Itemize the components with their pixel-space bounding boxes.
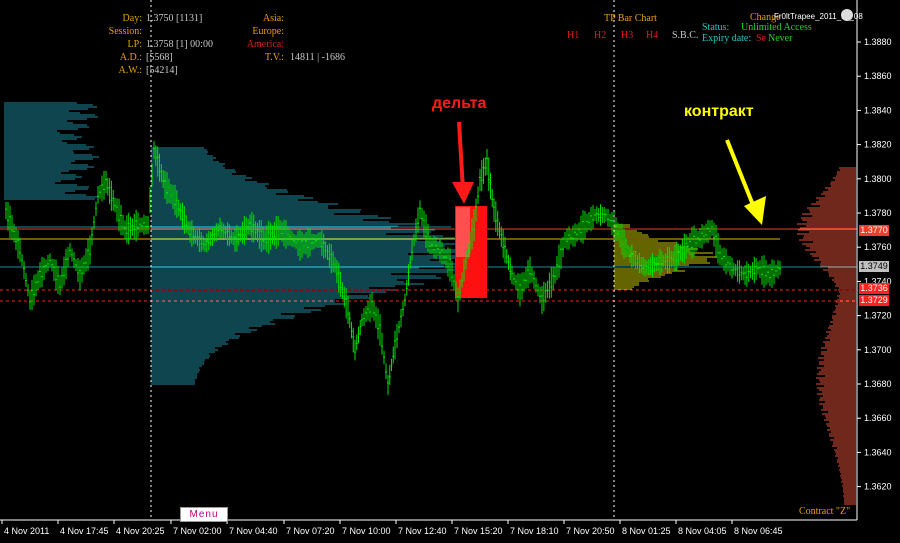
time-tick-label: 4 Nov 17:45 xyxy=(60,526,109,536)
time-tick-label: 8 Nov 01:25 xyxy=(622,526,671,536)
price-tick-label: 1.3800 xyxy=(864,174,892,184)
time-tick-label: 4 Nov 20:25 xyxy=(116,526,165,536)
price-tag: 1.3736 xyxy=(859,282,889,294)
ad-label: A.D.: xyxy=(119,52,142,63)
time-tick-label: 7 Nov 04:40 xyxy=(229,526,278,536)
time-tick-label: 7 Nov 15:20 xyxy=(454,526,503,536)
aw-label: A.W.: xyxy=(118,65,142,76)
sbc-label: S.B.C. xyxy=(672,30,699,41)
delta-annotation: дельта xyxy=(432,95,487,112)
expiry-value: Never xyxy=(768,33,793,44)
time-tick-label: 4 Nov 2011 xyxy=(4,526,49,536)
price-tick-label: 1.3700 xyxy=(864,345,892,355)
tv-value: 14811 | -1686 xyxy=(290,52,345,63)
price-tag: 1.3729 xyxy=(859,294,889,306)
close-icon[interactable] xyxy=(841,9,853,21)
time-tick-label: 7 Nov 20:50 xyxy=(566,526,615,536)
price-tick-label: 1.3840 xyxy=(864,105,892,115)
asia-label: Asia: xyxy=(262,13,284,24)
america-label: America: xyxy=(246,39,284,50)
timeframe-h3[interactable]: H3 xyxy=(621,30,633,42)
price-tick-label: 1.3860 xyxy=(864,71,892,81)
price-tick-label: 1.3640 xyxy=(864,447,892,457)
price-tick-label: 1.3780 xyxy=(864,208,892,218)
contract-annotation: контракт xyxy=(684,103,754,120)
expiry-label: Expiry date: xyxy=(702,33,752,44)
timeframe-h4[interactable]: H4 xyxy=(646,30,658,42)
europe-label: Europe: xyxy=(252,26,284,37)
price-chart[interactable]: 1.3880 1.3860 1.3840 1.3820 1.3800 1.3780 1.37… xyxy=(0,0,900,543)
price-tick-label: 1.3660 xyxy=(864,413,892,423)
aw-value: [54214] xyxy=(146,65,178,76)
lp-value: 1.3758 [1] 00:00 xyxy=(146,39,213,50)
day-value: 1.3750 [1131] xyxy=(146,13,203,24)
price-tick-label: 1.3760 xyxy=(864,242,892,252)
timeframe-h2[interactable]: H2 xyxy=(594,30,606,42)
tp-bar-chart-title: TP Bar Chart xyxy=(604,13,657,24)
session-label: Session: xyxy=(108,26,142,37)
contract-label: Contract "Z" xyxy=(799,506,851,517)
price-tag: 1.3770 xyxy=(859,224,889,236)
ad-value: [5568] xyxy=(146,52,173,63)
time-tick-label: 7 Nov 18:10 xyxy=(510,526,559,536)
time-tick-label: 8 Nov 06:45 xyxy=(734,526,783,536)
day-label: Day: xyxy=(122,13,142,24)
time-tick-label: 7 Nov 12:40 xyxy=(398,526,447,536)
time-tick-label: 7 Nov 07:20 xyxy=(286,526,335,536)
price-tag: 1.3749 xyxy=(859,260,889,272)
lp-label: LP: xyxy=(127,39,142,50)
time-tick-label: 7 Nov 10:00 xyxy=(342,526,391,536)
timeframe-h1[interactable]: H1 xyxy=(567,30,579,42)
time-tick-label: 8 Nov 04:05 xyxy=(678,526,727,536)
tv-label: T.V.: xyxy=(264,52,284,63)
price-tick-label: 1.3620 xyxy=(864,482,892,492)
price-tick-label: 1.3680 xyxy=(864,379,892,389)
price-tick-label: 1.3720 xyxy=(864,311,892,321)
price-tick-label: 1.3820 xyxy=(864,140,892,150)
menu-button[interactable]: Menu xyxy=(180,507,228,522)
price-tick-label: 1.3880 xyxy=(864,37,892,47)
se-fragment: Se xyxy=(756,33,766,44)
time-tick-label: 7 Nov 02:00 xyxy=(173,526,222,536)
